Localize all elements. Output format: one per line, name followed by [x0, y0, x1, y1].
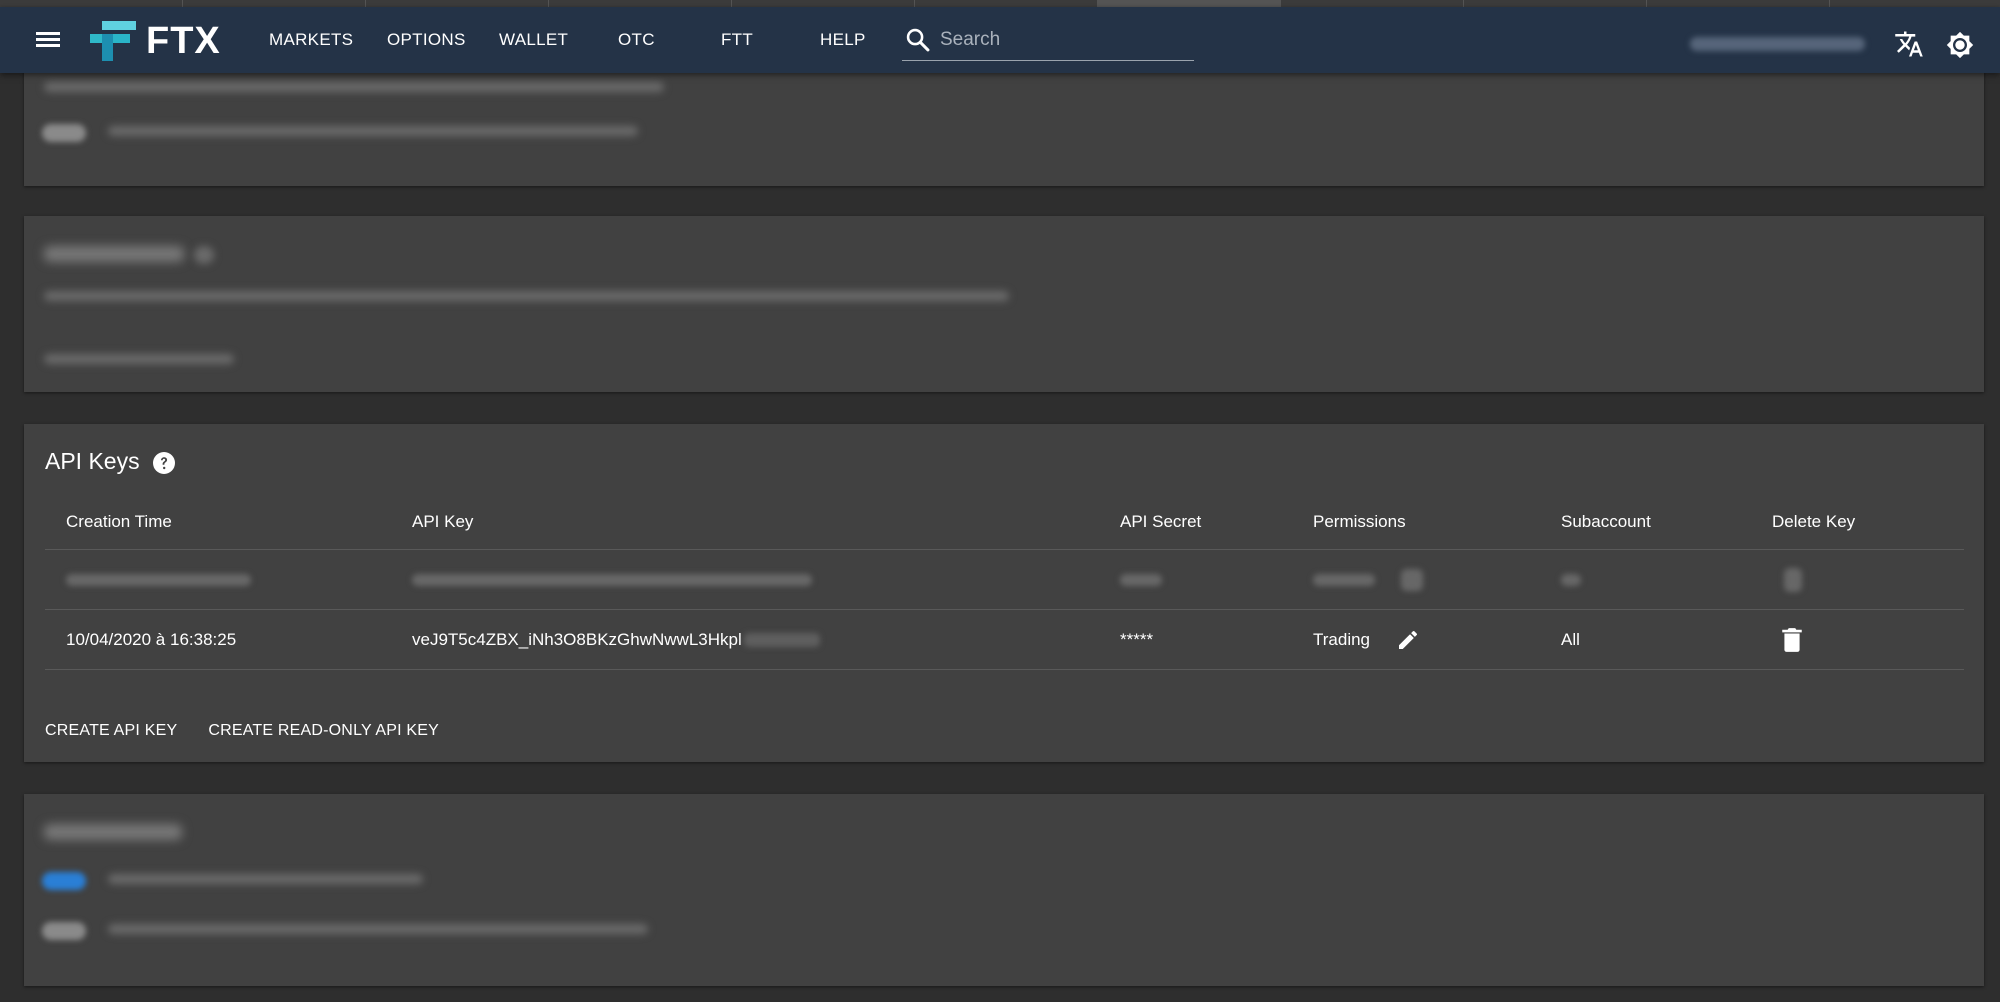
table-row: 10/04/2020 à 16:38:25 veJ9T5c4ZBX_iNh3O8… [45, 610, 1964, 670]
redacted-text [108, 874, 423, 884]
permissions-cell: Trading [1313, 610, 1420, 669]
create-api-key-button[interactable]: CREATE API KEY [45, 722, 177, 740]
nav-item-help[interactable]: HELP [820, 30, 866, 50]
redacted-cell [412, 550, 812, 609]
menu-icon[interactable] [36, 29, 62, 51]
redacted-title [44, 824, 182, 840]
redacted-toggle[interactable] [42, 124, 86, 142]
tab[interactable] [0, 0, 183, 7]
search-input[interactable] [940, 28, 1180, 51]
api-key-redacted-tail [743, 632, 820, 647]
tab[interactable] [366, 0, 549, 7]
creation-time-cell: 10/04/2020 à 16:38:25 [66, 629, 237, 649]
brightness-icon[interactable] [1946, 31, 1974, 59]
api-secret-cell: ***** [1120, 629, 1154, 649]
nav-item-otc[interactable]: OTC [618, 30, 655, 50]
table-header: Creation Time API Key API Secret Permiss… [45, 494, 1964, 550]
column-header-api-secret: API Secret [1120, 511, 1202, 531]
browser-tab-strip [0, 0, 2000, 7]
api-keys-table: Creation Time API Key API Secret Permiss… [45, 494, 1964, 670]
ftx-logo[interactable]: FTX [88, 19, 221, 63]
redacted-text [108, 126, 638, 136]
subaccount-cell: All [1561, 629, 1580, 649]
trash-icon[interactable] [1782, 627, 1802, 653]
api-key-value: veJ9T5c4ZBX_iNh3O8BKzGhwNwwL3Hkpl [412, 629, 742, 649]
tab[interactable] [183, 0, 366, 7]
redacted-cell [1313, 550, 1423, 609]
redacted-icon [194, 246, 214, 264]
tab[interactable] [1098, 0, 1281, 7]
translate-icon[interactable] [1894, 29, 1924, 59]
nav-item-ftt[interactable]: FTT [721, 30, 753, 50]
create-read-only-api-key-button[interactable]: CREATE READ-ONLY API KEY [208, 722, 439, 740]
nav-item-wallet[interactable]: WALLET [499, 30, 568, 50]
redacted-text [44, 291, 1009, 301]
redacted-toggle[interactable] [42, 922, 86, 940]
redacted-toggle-on[interactable] [42, 872, 86, 890]
leaderboard-card [24, 794, 1984, 986]
table-row-redacted [45, 550, 1964, 610]
tab[interactable] [1647, 0, 1830, 7]
redacted-delete[interactable] [1772, 550, 1802, 609]
help-icon[interactable] [152, 451, 176, 475]
column-header-api-key: API Key [412, 511, 474, 531]
api-key-actions: CREATE API KEY CREATE READ-ONLY API KEY [45, 722, 470, 740]
account-email-redacted[interactable] [1690, 37, 1865, 51]
tab[interactable] [915, 0, 1098, 7]
column-header-permissions: Permissions [1313, 511, 1406, 531]
tab[interactable] [732, 0, 915, 7]
search-box [902, 19, 1194, 61]
api-keys-card: API Keys Creation Time API Key API Secre… [24, 424, 1984, 762]
search-icon [906, 28, 930, 51]
redacted-text [108, 924, 648, 934]
redacted-cell [66, 550, 251, 609]
api-key-cell: veJ9T5c4ZBX_iNh3O8BKzGhwNwwL3Hkpl [412, 610, 820, 669]
redacted-cell [1561, 550, 1581, 609]
top-navbar: FTX MARKETS OPTIONS WALLET OTC FTT HELP [0, 7, 2000, 73]
ftx-logo-icon [90, 21, 136, 61]
redacted-title [44, 246, 184, 262]
delete-key-cell [1772, 610, 1802, 669]
api-keys-title: API Keys [45, 448, 140, 474]
redacted-button[interactable] [44, 354, 234, 364]
nav-item-options[interactable]: OPTIONS [387, 30, 466, 50]
tab[interactable] [1464, 0, 1647, 7]
logo-text: FTX [146, 19, 221, 62]
tab[interactable] [1281, 0, 1464, 7]
redacted-cell [1120, 550, 1162, 609]
redacted-text [44, 82, 664, 92]
subaccounts-card [24, 216, 1984, 392]
permissions-value: Trading [1313, 629, 1371, 649]
column-header-creation-time: Creation Time [66, 511, 172, 531]
tab[interactable] [549, 0, 732, 7]
column-header-delete-key: Delete Key [1772, 511, 1856, 531]
column-header-subaccount: Subaccount [1561, 511, 1651, 531]
edit-pencil-icon[interactable] [1396, 628, 1420, 652]
nav-item-markets[interactable]: MARKETS [269, 30, 353, 50]
